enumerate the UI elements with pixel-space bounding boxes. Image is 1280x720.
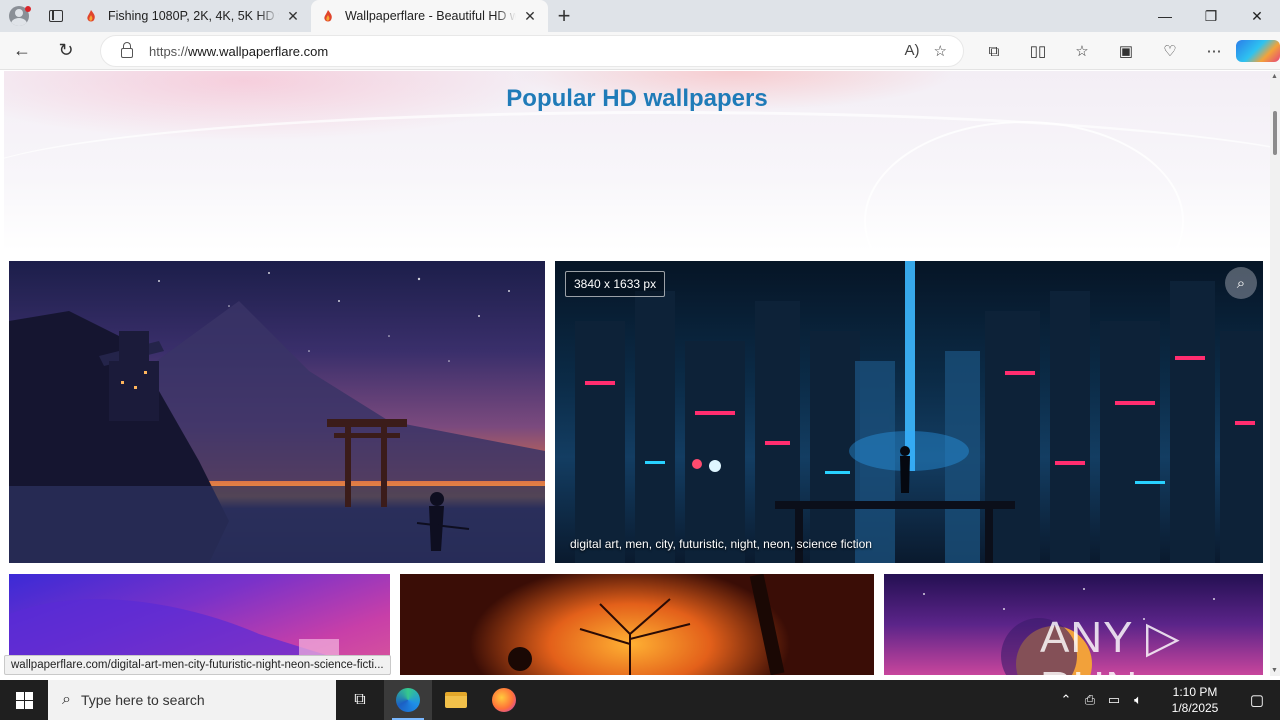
url-host: www.wallpaperflare.com: [188, 43, 329, 59]
taskbar-search-box[interactable]: ⌕ Type here to search: [48, 680, 336, 720]
notification-dot: [25, 6, 31, 12]
page-scrollbar[interactable]: ▲ ▼: [1270, 71, 1280, 676]
wallpaper-thumbnail-samurai[interactable]: [9, 261, 545, 563]
tab-actions-icon: [49, 10, 63, 22]
profile-button[interactable]: [0, 0, 38, 32]
new-tab-button[interactable]: +: [548, 0, 580, 32]
tab-title: Wallpaperflare - Beautiful HD wallpapers: [345, 9, 516, 23]
edge-icon: [396, 688, 420, 712]
wallpaperflare-favicon: [87, 10, 95, 22]
address-bar[interactable]: https://www.wallpaperflare.com A) ☆: [100, 35, 964, 67]
refresh-button[interactable]: ↻: [44, 32, 88, 70]
folder-icon: [445, 692, 467, 708]
toolbar-icons: ⧉ ▯▯ ☆ ▣ ♡ ⋯: [972, 32, 1280, 70]
task-view-icon: ⧉: [354, 691, 366, 708]
task-view-button[interactable]: ⧉: [336, 680, 384, 720]
wallpaper-thumbnail-cyberpunk-city[interactable]: 3840 x 1633 px ⌕ digital art, men, city,…: [555, 261, 1263, 563]
network-icon[interactable]: ▭: [1102, 692, 1126, 708]
url-scheme: https://: [149, 43, 189, 59]
resolution-badge: 3840 x 1633 px: [565, 271, 666, 297]
tab-close-icon[interactable]: ✕: [522, 8, 538, 25]
scroll-up-arrow-icon[interactable]: ▲: [1271, 73, 1278, 80]
restore-button[interactable]: ❐: [1188, 0, 1234, 32]
close-window-button[interactable]: ✕: [1234, 0, 1280, 32]
browser-essentials-icon[interactable]: ♡: [1148, 42, 1192, 60]
firefox-icon: [492, 688, 516, 712]
copilot-button[interactable]: [1236, 40, 1280, 62]
copilot-icon: [1236, 40, 1280, 62]
wallpaper-image: [508, 574, 785, 675]
tab-close-icon[interactable]: ✕: [285, 8, 301, 25]
taskbar-firefox[interactable]: [480, 680, 528, 720]
volume-icon[interactable]: 🔈︎: [1126, 692, 1150, 708]
tab-fishing[interactable]: Fishing 1080P, 2K, 4K, 5K HD wallpapers …: [74, 0, 311, 32]
favorites-icon[interactable]: ☆: [1060, 42, 1104, 60]
status-bar-url: wallpaperflare.com/digital-art-men-city-…: [4, 655, 391, 675]
clock-time: 1:10 PM: [1172, 685, 1218, 699]
browser-tab-bar: Fishing 1080P, 2K, 4K, 5K HD wallpapers …: [0, 0, 1280, 32]
windows-taskbar: ⌕ Type here to search ⧉ ⌃ ⎙ ▭ 🔈︎ 1:10 PM…: [0, 680, 1280, 720]
search-icon: ⌕: [62, 691, 71, 708]
clock-date: 1/8/2025: [1171, 701, 1219, 715]
wallpaper-tags: digital art, men, city, futuristic, nigh…: [570, 537, 872, 551]
refresh-icon: ↻: [58, 40, 74, 60]
read-aloud-icon[interactable]: A): [905, 42, 920, 60]
tab-wallpaperflare[interactable]: Wallpaperflare - Beautiful HD wallpapers…: [311, 0, 548, 32]
url-text[interactable]: https://www.wallpaperflare.com: [149, 44, 328, 59]
wallpaperflare-favicon: [324, 10, 332, 22]
taskbar-file-explorer[interactable]: [432, 680, 480, 720]
address-bar-actions: A) ☆: [905, 42, 947, 60]
minimize-button[interactable]: —: [1142, 0, 1188, 32]
windows-logo-icon: [15, 691, 33, 709]
notification-center-icon[interactable]: ▢: [1234, 691, 1280, 709]
taskbar-clock[interactable]: 1:10 PM 1/8/2025: [1156, 684, 1234, 716]
start-button[interactable]: [0, 680, 48, 720]
scrollbar-thumb[interactable]: [1273, 111, 1277, 155]
wallpaper-image: [575, 261, 1263, 563]
wallpaper-image: [9, 272, 545, 563]
page-content: Popular HD wallpapers 3840 x 1633 px ⌕ d…: [4, 71, 1270, 675]
split-screen-icon[interactable]: ▯▯: [1016, 42, 1060, 60]
scroll-down-arrow-icon[interactable]: ▼: [1271, 667, 1278, 674]
collections-icon[interactable]: ▣: [1104, 42, 1148, 60]
device-icon[interactable]: ⎙: [1078, 692, 1102, 708]
favorite-star-icon[interactable]: ☆: [934, 42, 947, 60]
back-button[interactable]: ←: [0, 32, 44, 70]
page-title: Popular HD wallpapers: [506, 85, 768, 112]
tab-title: Fishing 1080P, 2K, 4K, 5K HD wallpapers: [108, 9, 279, 23]
search-placeholder: Type here to search: [80, 692, 205, 708]
visual-search-button[interactable]: ⌕: [1225, 267, 1257, 299]
chevron-up-icon[interactable]: ⌃: [1054, 692, 1078, 708]
back-arrow-icon: ←: [13, 40, 31, 60]
system-tray: ⌃ ⎙ ▭ 🔈︎ 1:10 PM 1/8/2025 ▢: [1054, 680, 1280, 720]
more-menu-icon[interactable]: ⋯: [1192, 42, 1236, 60]
window-controls: — ❐ ✕: [1142, 0, 1280, 32]
lock-icon: [121, 42, 133, 58]
tab-actions-button[interactable]: [38, 0, 74, 32]
visual-search-icon: ⌕: [1236, 274, 1246, 292]
extensions-icon[interactable]: ⧉: [972, 43, 1016, 60]
browser-toolbar: ← ↻ https://www.wallpaperflare.com A) ☆ …: [0, 32, 1280, 70]
taskbar-edge[interactable]: [384, 680, 432, 720]
wallpaper-thumbnail-fire-tree[interactable]: [400, 574, 874, 675]
